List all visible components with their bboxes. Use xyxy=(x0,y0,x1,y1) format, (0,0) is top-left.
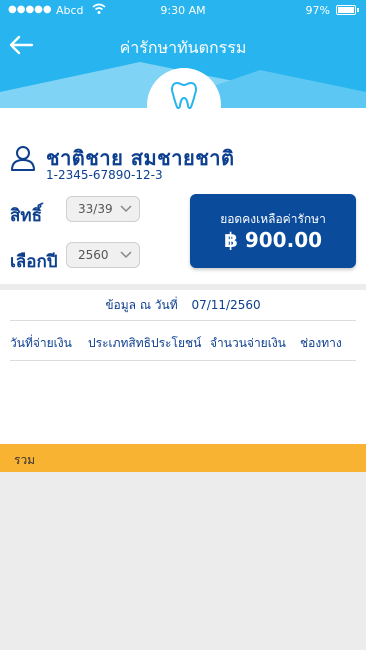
year-select-value: 2560 xyxy=(78,248,109,262)
battery-icon xyxy=(336,5,359,15)
column-header-amount: จำนวนจ่ายเงิน xyxy=(210,336,286,350)
total-label: รวม xyxy=(14,453,36,467)
total-bar: รวม xyxy=(0,444,366,472)
divider xyxy=(10,320,356,321)
column-header-channel: ช่องทาง xyxy=(300,336,342,350)
balance-card: ยอดคงเหลือค่ารักษา ฿ 900.00 xyxy=(190,194,356,268)
chevron-down-icon xyxy=(120,251,132,259)
right-select-value: 33/39 xyxy=(78,202,113,216)
column-header-pay-date: วันที่จ่ายเงิน xyxy=(10,336,72,350)
as-of-date: 07/11/2560 xyxy=(191,298,261,312)
column-header-benefit-type: ประเภทสิทธิประโยชน์ xyxy=(88,336,202,350)
tooth-badge xyxy=(147,68,221,142)
balance-amount: ฿ 900.00 xyxy=(223,228,323,252)
payment-info-section: ข้อมูล ณ วันที่ 07/11/2560 วันที่จ่ายเงิ… xyxy=(0,290,366,444)
chevron-down-icon xyxy=(120,205,132,213)
battery-percent: 97% xyxy=(305,4,330,17)
patient-id: 1-2345-67890-12-3 xyxy=(46,168,163,182)
year-label: เลือกปี xyxy=(10,252,58,272)
balance-label: ยอดคงเหลือค่ารักษา xyxy=(220,212,326,226)
as-of-row: ข้อมูล ณ วันที่ 07/11/2560 xyxy=(0,296,366,315)
tooth-icon xyxy=(171,82,197,110)
user-icon xyxy=(11,146,35,171)
year-select[interactable]: 2560 xyxy=(66,242,140,268)
status-bar: ●●●●● Abcd 9:30 AM 97% xyxy=(0,0,366,22)
right-select[interactable]: 33/39 xyxy=(66,196,140,222)
page-title: ค่ารักษาทันตกรรม xyxy=(119,38,247,57)
right-label: สิทธิ์ xyxy=(10,206,42,226)
divider xyxy=(10,360,356,361)
as-of-label: ข้อมูล ณ วันที่ xyxy=(105,298,178,312)
